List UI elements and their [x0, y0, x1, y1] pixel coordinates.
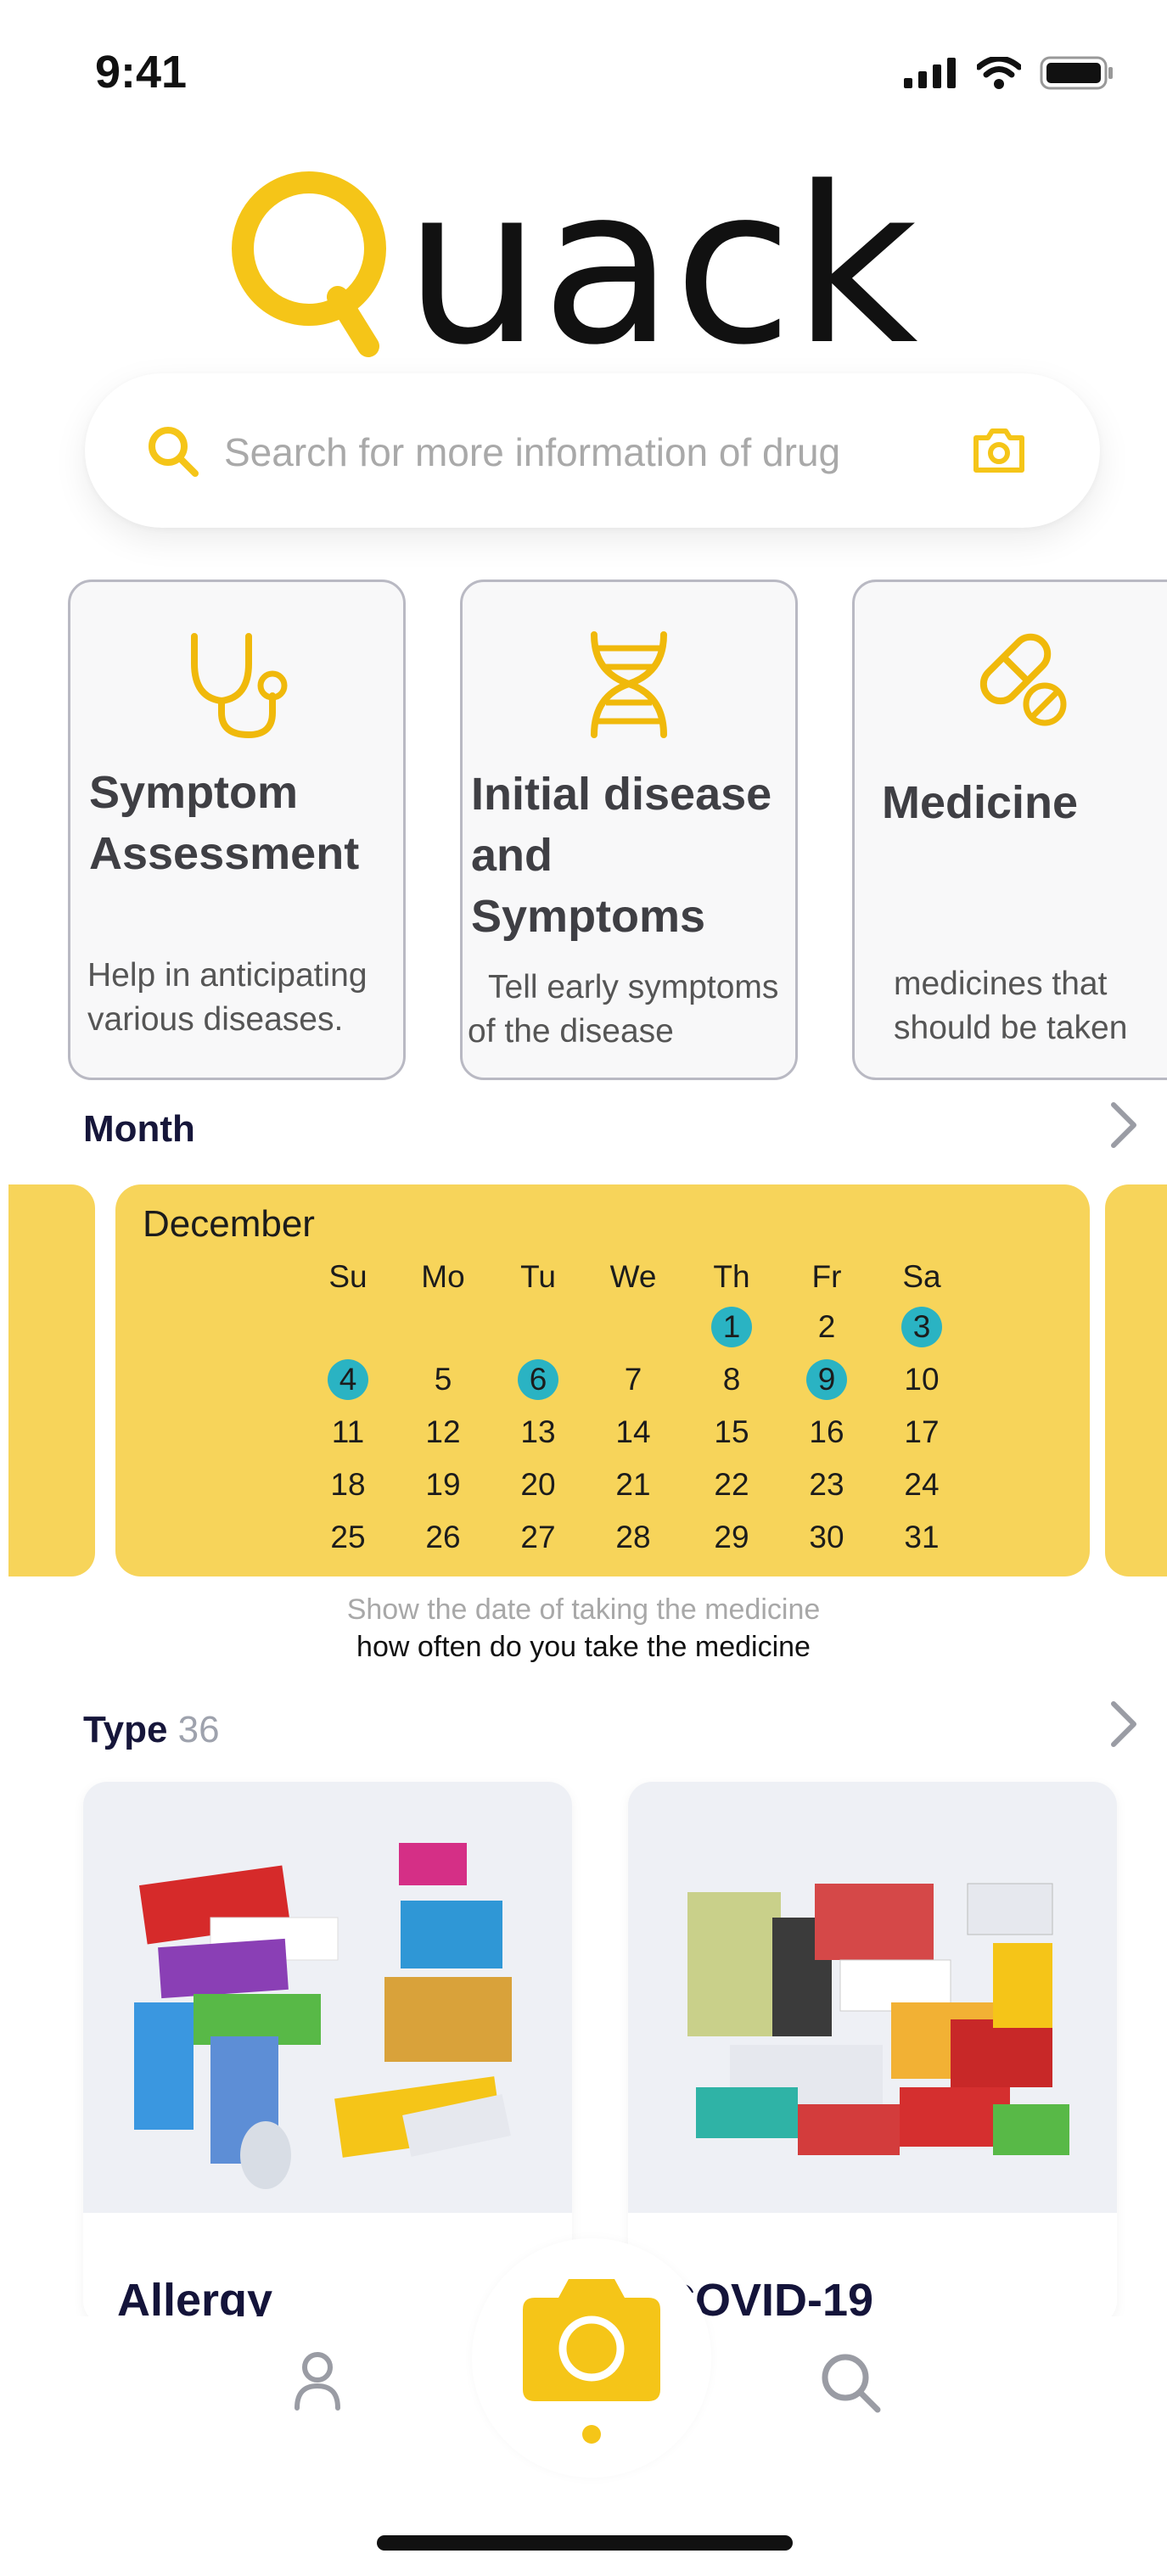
- covid-product-image: [628, 1782, 1117, 2213]
- status-icons: [904, 56, 1114, 90]
- dna-icon: [463, 630, 795, 740]
- card-desc-line1: Help in anticipating: [87, 957, 367, 994]
- calendar-next-peek[interactable]: [1105, 1184, 1167, 1576]
- calendar-day[interactable]: 17: [879, 1412, 964, 1453]
- calendar-day[interactable]: 24: [879, 1464, 964, 1505]
- card-desc-line2: should be taken: [894, 1010, 1128, 1046]
- card-desc-line2: various diseases.: [87, 1001, 344, 1038]
- card-title-line1: Medicine: [882, 777, 1079, 828]
- calendar-day[interactable]: 22: [689, 1464, 774, 1505]
- calendar-day[interactable]: 27: [496, 1517, 581, 1558]
- calendar-day[interactable]: 14: [591, 1412, 676, 1453]
- month-section-title: Month: [83, 1108, 195, 1150]
- card-title-line1: Initial disease: [471, 769, 772, 820]
- card-desc-line2: of the disease: [468, 1013, 674, 1050]
- calendar-day-marker: 4: [328, 1359, 368, 1400]
- calendar-weekday-tu: Tu: [520, 1259, 556, 1294]
- calendar-day[interactable]: 20: [496, 1464, 581, 1505]
- month-chevron-right-icon[interactable]: [1108, 1100, 1139, 1151]
- calendar-note-primary: Show the date of taking the medicine: [346, 1593, 821, 1626]
- card-title-line2: and Symptoms: [471, 830, 706, 942]
- calendar-month-title: December: [143, 1203, 315, 1245]
- type-chevron-right-icon[interactable]: [1108, 1699, 1139, 1750]
- calendar-day[interactable]: 3: [879, 1307, 964, 1347]
- calendar-weekday-fr: Fr: [811, 1259, 842, 1294]
- calendar-day-marker: 3: [901, 1307, 942, 1347]
- calendar-day[interactable]: 31: [879, 1517, 964, 1558]
- card-title-line1: Symptom: [89, 767, 299, 818]
- battery-icon: [1040, 56, 1113, 90]
- calendar-day[interactable]: 8: [689, 1359, 774, 1400]
- calendar-weekday-we: We: [609, 1259, 657, 1294]
- calendar-day[interactable]: 23: [784, 1464, 869, 1505]
- calendar-day[interactable]: 10: [879, 1359, 964, 1400]
- calendar-card: December Su Mo Tu We Th Fr Sa 1 2 3 4 5 6 7 8 9 10 11 12 13…: [115, 1184, 1090, 1576]
- calendar-day[interactable]: 5: [401, 1359, 485, 1400]
- type-card-covid[interactable]: COVID-19: [628, 1782, 1117, 2325]
- search-input[interactable]: Search for more information of drug: [224, 429, 840, 475]
- camera-scan-button[interactable]: [519, 2276, 664, 2401]
- card-desc-line1: Tell early symptoms: [488, 969, 779, 1005]
- calendar-day[interactable]: 28: [591, 1517, 676, 1558]
- search-nav-icon[interactable]: [818, 2350, 883, 2415]
- pill-icon: [855, 630, 1167, 731]
- type-card-allergy[interactable]: Allergy: [83, 1782, 572, 2325]
- calendar-weekday-th: Th: [713, 1259, 750, 1294]
- wifi-icon: [977, 57, 1021, 89]
- logo-text: uack: [404, 161, 918, 382]
- calendar-weekday-su: Su: [328, 1259, 367, 1294]
- calendar-day[interactable]: 1: [689, 1307, 774, 1347]
- calendar-day[interactable]: 12: [401, 1412, 485, 1453]
- calendar-day[interactable]: 21: [591, 1464, 676, 1505]
- calendar-day[interactable]: 29: [689, 1517, 774, 1558]
- card-medicine[interactable]: Medicine medicines that should be taken: [852, 580, 1167, 1080]
- search-icon: [149, 427, 199, 477]
- signal-icon: [904, 58, 956, 88]
- app-logo: uack: [0, 161, 1167, 382]
- card-title-line2: Assessment: [89, 828, 360, 879]
- calendar-prev-peek[interactable]: [8, 1184, 95, 1576]
- calendar-day[interactable]: 13: [496, 1412, 581, 1453]
- home-indicator: [377, 2535, 793, 2551]
- calendar-day[interactable]: 11: [306, 1412, 390, 1453]
- calendar-day[interactable]: 18: [306, 1464, 390, 1505]
- type-section-count: 36: [177, 1709, 220, 1750]
- calendar-day-marker: 1: [711, 1307, 752, 1347]
- type-section-label: Type: [83, 1709, 168, 1750]
- calendar-day[interactable]: 30: [784, 1517, 869, 1558]
- card-desc-line1: medicines that: [894, 966, 1108, 1002]
- active-tab-dot: [582, 2425, 601, 2444]
- calendar-weekday-mo: Mo: [421, 1259, 465, 1294]
- calendar-day[interactable]: 25: [306, 1517, 390, 1558]
- search-bar[interactable]: Search for more information of drug: [85, 373, 1100, 528]
- stethoscope-icon: [70, 630, 403, 740]
- calendar-day[interactable]: 19: [401, 1464, 485, 1505]
- calendar-weekday-sa: Sa: [902, 1259, 941, 1294]
- calendar-day[interactable]: 6: [496, 1359, 581, 1400]
- type-section-title: Type 36: [83, 1709, 220, 1751]
- calendar-note-secondary: how often do you take the medicine: [356, 1631, 811, 1663]
- calendar-day[interactable]: 9: [784, 1359, 869, 1400]
- calendar-day[interactable]: 15: [689, 1412, 774, 1453]
- allergy-product-image: [83, 1782, 572, 2213]
- camera-icon[interactable]: [973, 426, 1025, 473]
- card-initial-disease[interactable]: Initial disease and Symptoms Tell early …: [460, 580, 798, 1080]
- calendar-day[interactable]: 16: [784, 1412, 869, 1453]
- calendar-day[interactable]: 26: [401, 1517, 485, 1558]
- profile-icon[interactable]: [292, 2350, 343, 2411]
- calendar-day-marker: 9: [806, 1359, 847, 1400]
- calendar-day-marker: 6: [518, 1359, 558, 1400]
- status-time: 9:41: [95, 47, 188, 98]
- calendar-day[interactable]: 2: [784, 1307, 869, 1347]
- calendar-day[interactable]: 4: [306, 1359, 390, 1400]
- calendar-day[interactable]: 7: [591, 1359, 676, 1400]
- card-symptom-assessment[interactable]: Symptom Assessment Help in anticipating …: [68, 580, 406, 1080]
